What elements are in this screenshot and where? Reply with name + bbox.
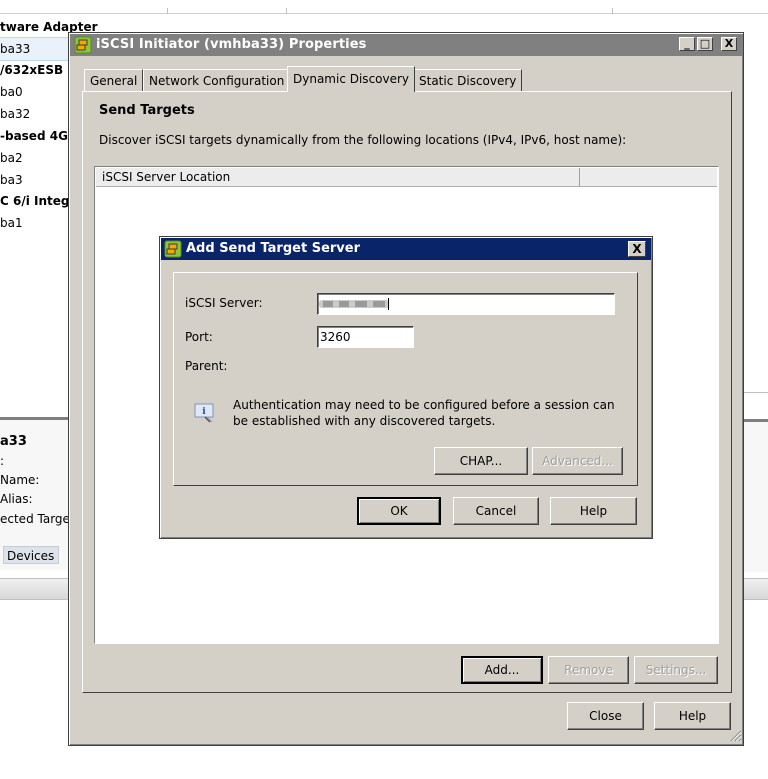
modal-close-button[interactable]: X (628, 241, 646, 257)
close-button[interactable]: Close (567, 702, 644, 730)
tab-network-configuration[interactable]: Network Configuration (143, 69, 291, 91)
vmware-icon (164, 240, 182, 258)
details-row: Alias: (0, 492, 33, 506)
adapter-list-item[interactable]: ba2 (0, 147, 23, 169)
adapter-list-item[interactable]: C 6/i Integ (0, 190, 69, 212)
vmware-icon (74, 36, 92, 54)
background-top-line (0, 13, 768, 14)
resize-grip-icon[interactable] (728, 728, 742, 742)
adapter-list-item[interactable]: ba33 (0, 37, 68, 61)
column-divider (286, 8, 287, 14)
column-divider (612, 8, 613, 14)
parent-label: Parent: (185, 359, 228, 373)
modal-title: Add Send Target Server (186, 241, 360, 256)
details-row: : (0, 454, 5, 468)
send-targets-heading: Send Targets (99, 103, 195, 118)
svg-text:i: i (202, 407, 206, 417)
adapter-list-item[interactable]: ba1 (0, 212, 23, 234)
remove-button[interactable]: Remove (548, 656, 629, 684)
iscsi-server-label: iSCSI Server: (185, 296, 263, 310)
info-icon: i (194, 403, 214, 423)
minimize-button[interactable]: _ (679, 37, 695, 51)
dialog-title: iSCSI Initiator (vmhba33) Properties (96, 37, 367, 52)
tab-general[interactable]: General (84, 69, 144, 91)
details-row: ected Target (0, 512, 75, 526)
adapter-list-item[interactable]: ba3 (0, 169, 23, 191)
maximize-button[interactable]: □ (697, 37, 713, 51)
adapter-list-item[interactable]: ba32 (0, 103, 30, 125)
chap-button[interactable]: CHAP... (434, 447, 528, 475)
ok-button[interactable]: OK (357, 497, 441, 525)
tab-dynamic-discovery[interactable]: Dynamic Discovery (287, 66, 416, 92)
advanced-button[interactable]: Advanced... (532, 447, 623, 475)
column-header-empty[interactable] (581, 168, 717, 187)
settings-button[interactable]: Settings... (634, 656, 718, 684)
tab-static-discovery[interactable]: Static Discovery (413, 69, 523, 91)
adapter-list-item[interactable]: /632xESB (0, 59, 63, 81)
details-title: a33 (0, 434, 27, 449)
port-input[interactable] (317, 326, 414, 348)
port-label: Port: (185, 330, 213, 344)
adapter-list-item[interactable]: ba0 (0, 81, 23, 103)
background-toolbar (0, 578, 70, 600)
column-divider (167, 8, 168, 14)
devices-tab[interactable]: Devices (3, 546, 59, 564)
details-row: Name: (0, 473, 40, 487)
close-window-button[interactable]: X (721, 37, 737, 51)
help-button[interactable]: Help (654, 702, 731, 730)
column-header-server-location[interactable]: iSCSI Server Location (96, 168, 580, 187)
send-targets-description: Discover iSCSI targets dynamically from … (99, 133, 627, 147)
redacted-ip-address (319, 298, 389, 310)
adapter-list-item[interactable]: -based 4Gl (0, 125, 72, 147)
modal-help-button[interactable]: Help (550, 497, 637, 525)
authentication-info-text: Authentication may need to be configured… (233, 398, 615, 428)
add-button[interactable]: Add... (461, 656, 543, 684)
cancel-button[interactable]: Cancel (453, 497, 539, 525)
